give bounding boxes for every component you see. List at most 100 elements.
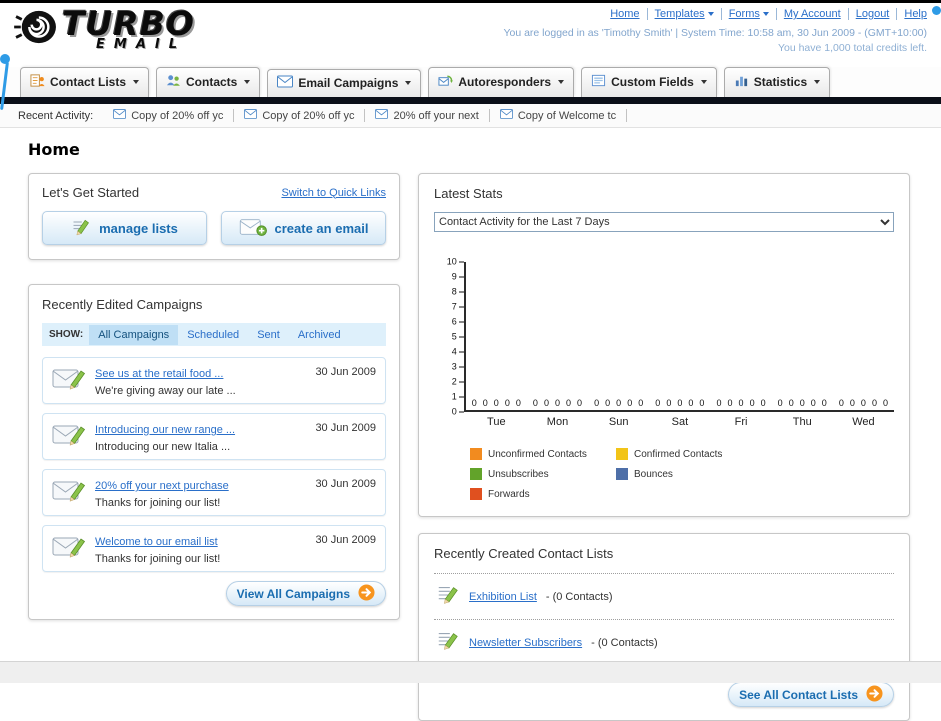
tab-autoresponders[interactable]: Autoresponders (428, 67, 575, 97)
campaign-title-link[interactable]: 20% off your next purchase (95, 480, 229, 492)
dark-divider-bar (0, 97, 941, 104)
activity-item[interactable]: Copy of Welcome tc (490, 109, 628, 122)
top-link-home[interactable]: Home (603, 8, 648, 20)
filter-scheduled[interactable]: Scheduled (178, 325, 248, 345)
campaign-date: 30 Jun 2009 (315, 478, 376, 490)
tab-statistics[interactable]: Statistics (723, 67, 831, 97)
right-column: Latest Stats Contact Activity for the La… (418, 173, 910, 721)
legend-item: Unconfirmed Contacts (470, 448, 616, 460)
chart-day-group: 00000 (527, 262, 588, 410)
view-all-campaigns-label: View All Campaigns (236, 586, 350, 601)
filter-all-campaigns[interactable]: All Campaigns (89, 324, 179, 345)
chart-plot-column: 00000000000000000000000000000000000 Tue M… (463, 262, 894, 428)
arrow-circle-icon (358, 583, 375, 604)
campaign-envelope-pencil-icon (52, 477, 86, 508)
chart-value-label: 0 (532, 398, 538, 408)
tab-label: Custom Fields (611, 75, 694, 89)
contact-list-count: - (0 Contacts) (591, 636, 658, 649)
create-email-button[interactable]: create an email (221, 211, 386, 245)
activity-item[interactable]: Copy of 20% off yc (103, 109, 235, 122)
tab-contacts[interactable]: Contacts (156, 67, 261, 97)
chart-value-label: 0 (788, 398, 794, 408)
campaign-row[interactable]: Welcome to our email list Thanks for join… (42, 525, 386, 572)
chevron-down-icon (700, 80, 707, 84)
see-all-contact-lists-button[interactable]: See All Contact Lists (728, 682, 894, 707)
switch-to-quick-links-link[interactable]: Switch to Quick Links (281, 187, 386, 199)
y-axis-tick: 3 (452, 362, 464, 372)
chart-value-label: 0 (515, 398, 521, 408)
footer-strip (0, 661, 941, 683)
filter-archived[interactable]: Archived (289, 325, 350, 345)
legend-swatch-icon (470, 488, 482, 500)
recent-activity-bar: Recent Activity: Copy of 20% off yc Copy… (0, 104, 941, 128)
legend-item: Forwards (470, 488, 616, 500)
x-axis-label: Tue (487, 416, 506, 428)
top-link-logout[interactable]: Logout (849, 8, 898, 20)
y-axis-tick: 6 (452, 317, 464, 327)
y-axis-tick: 0 (452, 407, 464, 417)
chart-value-label: 0 (493, 398, 499, 408)
chart-day-group: 00000 (710, 262, 771, 410)
logo-swirl-icon (14, 8, 58, 51)
chart-day-group: 00000 (588, 262, 649, 410)
y-axis-tick: 1 (452, 392, 464, 402)
chart-value-label: 0 (871, 398, 877, 408)
campaign-title-link[interactable]: Welcome to our email list (95, 536, 218, 548)
view-all-campaigns-button[interactable]: View All Campaigns (225, 581, 386, 606)
chart-day-group: 00000 (772, 262, 833, 410)
top-link-help[interactable]: Help (897, 8, 927, 20)
chart-value-label: 0 (677, 398, 683, 408)
statistics-icon (734, 73, 749, 91)
y-axis-tick: 9 (452, 272, 464, 282)
top-link-my-account[interactable]: My Account (777, 8, 849, 20)
chart-value-label: 0 (543, 398, 549, 408)
stats-period-select[interactable]: Contact Activity for the Last 7 Days (434, 212, 894, 232)
show-label: SHOW: (49, 329, 84, 340)
chart-value-label: 0 (504, 398, 510, 408)
campaigns-filter-bar: SHOW: All Campaigns Scheduled Sent Archi… (42, 323, 386, 346)
campaign-envelope-pencil-icon (52, 365, 86, 396)
activity-item-label: Copy of Welcome tc (517, 109, 617, 122)
app-logo[interactable]: TURBO EMAIL (14, 7, 195, 52)
campaign-row[interactable]: Introducing our new range ... Introducing… (42, 413, 386, 460)
campaign-title-link[interactable]: Introducing our new range ... (95, 424, 235, 436)
chart-value-label: 0 (627, 398, 633, 408)
manage-lists-button[interactable]: manage lists (42, 211, 207, 245)
y-axis-tick: 10 (447, 257, 464, 267)
contact-list-item[interactable]: Exhibition List - (0 Contacts) (434, 574, 894, 620)
y-axis-tick: 2 (452, 377, 464, 387)
chart-value-label: 0 (471, 398, 477, 408)
activity-item[interactable]: 20% off your next (365, 109, 490, 122)
chart-value-label: 0 (738, 398, 744, 408)
campaign-row[interactable]: See us at the retail food ... We're givin… (42, 357, 386, 404)
envelope-icon (375, 109, 389, 122)
tab-custom-fields[interactable]: Custom Fields (581, 67, 717, 97)
filter-sent[interactable]: Sent (248, 325, 289, 345)
campaign-subtitle: Thanks for joining our list! (95, 497, 221, 509)
campaign-title-link[interactable]: See us at the retail food ... (95, 368, 223, 380)
tab-contact-lists[interactable]: Contact Lists (20, 67, 150, 97)
contact-list-link[interactable]: Newsletter Subscribers (469, 637, 582, 649)
contact-list-item[interactable]: Newsletter Subscribers - (0 Contacts) (434, 620, 894, 666)
tab-email-campaigns[interactable]: Email Campaigns (267, 69, 422, 97)
autoresponders-icon (438, 73, 454, 91)
login-status-text: You are logged in as 'Timothy Smith' | S… (503, 27, 927, 39)
chevron-down-icon (762, 12, 769, 16)
x-axis-label: Mon (546, 416, 569, 428)
pencil-icon (71, 217, 91, 240)
chart-value-label: 0 (655, 398, 661, 408)
x-axis-label: Wed (852, 416, 875, 428)
chart-plot-area: 00000000000000000000000000000000000 (463, 262, 894, 412)
top-link-templates[interactable]: Templates (648, 8, 722, 20)
contact-list-link[interactable]: Exhibition List (469, 591, 537, 603)
y-axis-tick: 7 (452, 302, 464, 312)
left-column: Let's Get Started Switch to Quick Links … (28, 173, 400, 620)
header: TURBO EMAIL Home Templates Forms My Account… (0, 3, 941, 67)
contact-list-count: - (0 Contacts) (545, 590, 613, 603)
custom-fields-icon (591, 73, 606, 91)
activity-item[interactable]: Copy of 20% off yc (234, 109, 366, 122)
campaign-row[interactable]: 20% off your next purchase Thanks for joi… (42, 469, 386, 516)
top-link-forms[interactable]: Forms (722, 8, 777, 20)
chart-value-label: 0 (821, 398, 827, 408)
tab-label: Autoresponders (458, 75, 552, 89)
